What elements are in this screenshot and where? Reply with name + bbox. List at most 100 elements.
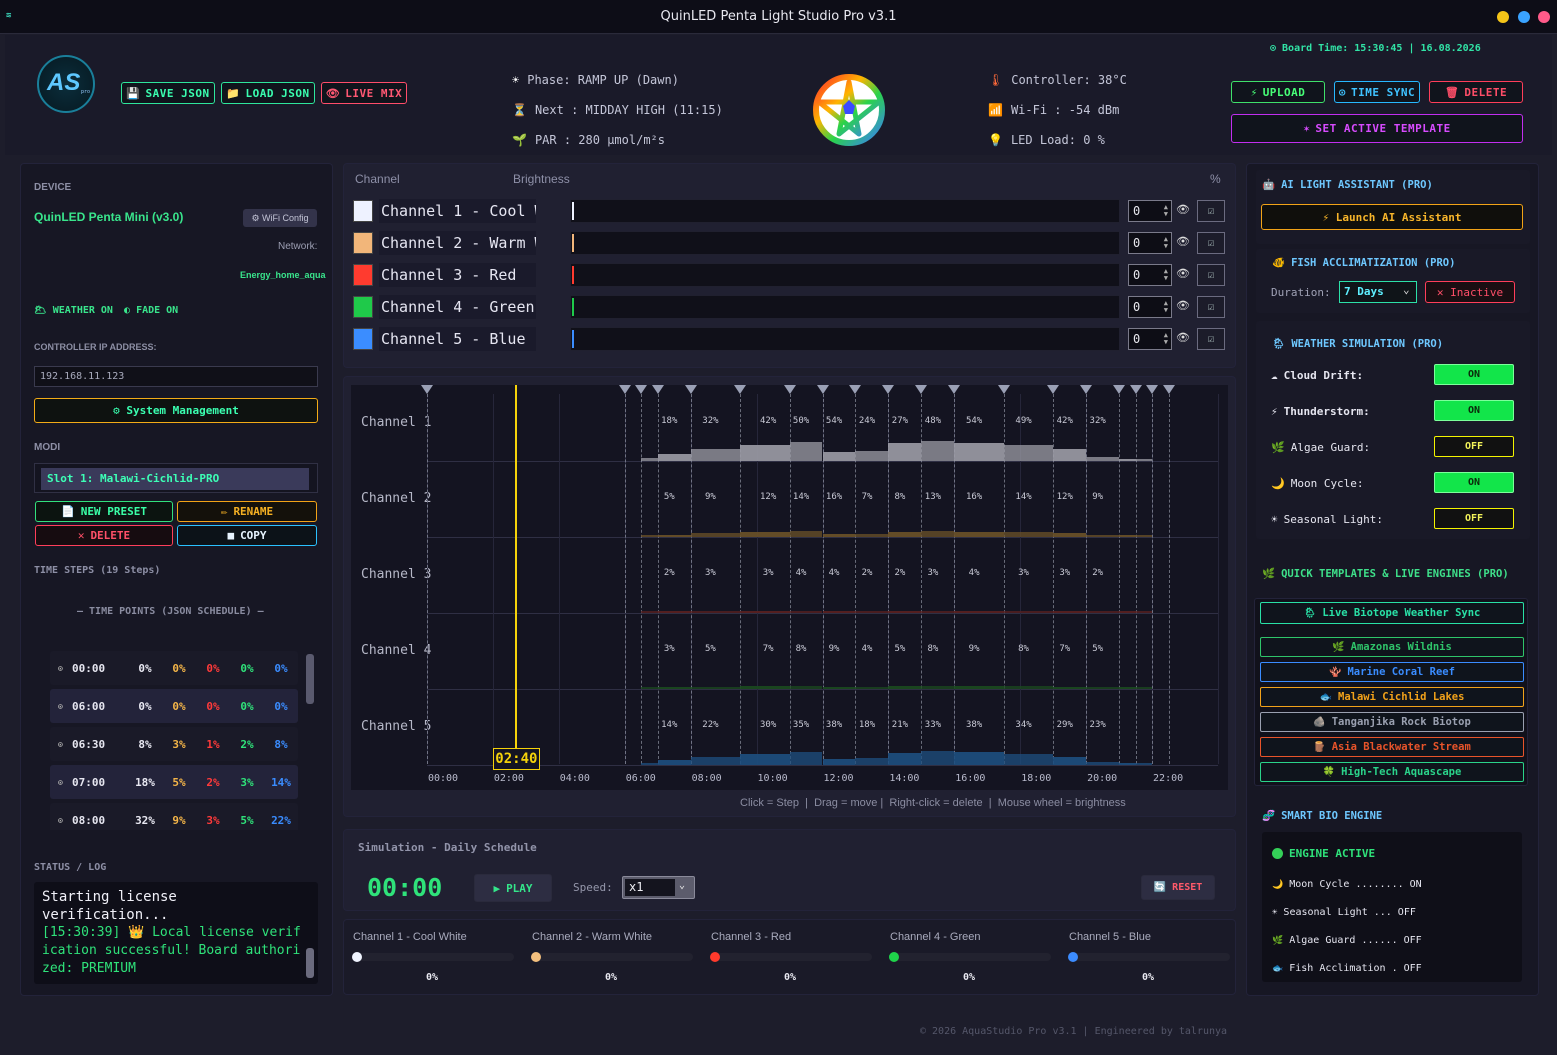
brightness-input[interactable]: 0 ▲ ▼	[1128, 328, 1172, 350]
schedule-bar[interactable]	[690, 449, 741, 461]
channel-enable-checkbox[interactable]: ☑	[1197, 296, 1225, 318]
template-button[interactable]: 🌿 Amazonas Wildnis	[1260, 637, 1524, 657]
schedule-bar[interactable]	[740, 532, 790, 537]
step-marker[interactable]	[915, 385, 928, 394]
brightness-slider[interactable]	[570, 295, 1120, 319]
schedule-bar[interactable]	[641, 535, 658, 537]
schedule-bar[interactable]	[1003, 445, 1054, 461]
schedule-bar[interactable]	[641, 458, 658, 461]
schedule-bar[interactable]	[789, 685, 823, 689]
schedule-bar[interactable]	[789, 611, 823, 613]
schedule-bar[interactable]	[657, 760, 691, 765]
schedule-bar[interactable]	[657, 611, 691, 613]
schedule-bar[interactable]	[921, 685, 955, 689]
schedule-bar[interactable]	[690, 611, 741, 613]
eye-icon[interactable]: 👁	[1176, 299, 1190, 313]
slot-select[interactable]: Slot 1: Malawi-Cichlid-PRO	[41, 468, 309, 490]
speed-select[interactable]: x1 ⌄	[622, 876, 695, 899]
spinner-icon[interactable]: ▲ ▼	[1164, 300, 1168, 314]
schedule-bar[interactable]	[888, 611, 922, 613]
channel-name[interactable]: Channel 1 - Cool White	[379, 199, 536, 223]
schedule-bar[interactable]	[641, 762, 658, 765]
schedule-bar[interactable]	[1119, 535, 1136, 537]
step-marker[interactable]	[783, 385, 796, 394]
spinner-icon[interactable]: ▲ ▼	[1164, 236, 1168, 250]
channel-color-swatch[interactable]	[353, 232, 373, 254]
schedule-bar[interactable]	[855, 757, 889, 765]
schedule-bar[interactable]	[822, 534, 856, 537]
schedule-bar[interactable]	[1053, 449, 1087, 461]
copy-button[interactable]: ■ COPY	[177, 525, 317, 546]
schedule-bar[interactable]	[740, 611, 790, 613]
schedule-bar[interactable]	[657, 454, 691, 461]
schedule-bar[interactable]	[789, 442, 823, 461]
schedule-bar[interactable]	[789, 751, 823, 765]
schedule-bar[interactable]	[789, 531, 823, 537]
schedule-bar[interactable]	[641, 687, 658, 689]
timeline-chart[interactable]: Channel 1 Channel 2 Channel 3 Channel 4 Chan…	[351, 385, 1228, 790]
schedule-bar[interactable]	[888, 443, 922, 461]
template-button[interactable]: 🪵 Asia Blackwater Stream	[1260, 737, 1524, 757]
schedule-bar[interactable]	[855, 533, 889, 537]
eye-icon[interactable]: 👁	[1176, 331, 1190, 345]
schedule-bar[interactable]	[690, 756, 741, 765]
slider-handle[interactable]	[572, 266, 574, 284]
step-marker[interactable]	[1080, 385, 1093, 394]
schedule-bar[interactable]	[1053, 756, 1087, 765]
brightness-slider[interactable]	[570, 263, 1120, 287]
schedule-bar[interactable]	[690, 686, 741, 689]
wifi-config-button[interactable]: ⚙ WiFi Config	[243, 209, 317, 227]
schedule-bar[interactable]	[855, 687, 889, 689]
slider-handle[interactable]	[572, 234, 574, 252]
schedule-bar[interactable]	[888, 531, 922, 537]
channel-color-swatch[interactable]	[353, 328, 373, 350]
schedule-bar[interactable]	[1135, 459, 1153, 461]
schedule-bar[interactable]	[1135, 535, 1153, 537]
channel-color-swatch[interactable]	[353, 200, 373, 222]
schedule-bar[interactable]	[822, 758, 856, 765]
schedule-bar[interactable]	[740, 686, 790, 689]
set-active-template-button[interactable]: ✶ SET ACTIVE TEMPLATE	[1231, 114, 1523, 143]
brightness-input[interactable]: 0 ▲ ▼	[1128, 296, 1172, 318]
load-json-button[interactable]: 📁 LOAD JSON	[221, 82, 315, 104]
schedule-bar[interactable]	[1086, 687, 1120, 689]
schedule-bar[interactable]	[1003, 754, 1054, 765]
step-marker[interactable]	[1113, 385, 1126, 394]
schedule-bar[interactable]	[822, 452, 856, 461]
eye-icon[interactable]: 👁	[1176, 203, 1190, 217]
time-step-row[interactable]: ⊙ 08:00 32% 9% 3% 5% 22%	[50, 803, 298, 830]
time-step-row[interactable]: ⊙ 06:00 0% 0% 0% 0% 0%	[50, 689, 298, 723]
step-marker[interactable]	[1146, 385, 1159, 394]
schedule-bar[interactable]	[657, 534, 691, 537]
schedule-bar[interactable]	[954, 752, 1004, 765]
schedule-bar[interactable]	[954, 531, 1004, 537]
schedule-bar[interactable]	[1003, 686, 1054, 689]
spinner-icon[interactable]: ▲ ▼	[1164, 332, 1168, 346]
brightness-input[interactable]: 0 ▲ ▼	[1128, 232, 1172, 254]
step-marker[interactable]	[997, 385, 1010, 394]
live-mix-button[interactable]: 👁 LIVE MIX	[321, 82, 407, 104]
channel-enable-checkbox[interactable]: ☑	[1197, 264, 1225, 286]
schedule-bar[interactable]	[1086, 456, 1120, 461]
schedule-bar[interactable]	[921, 611, 955, 613]
schedule-bar[interactable]	[855, 450, 889, 461]
save-json-button[interactable]: 💾 SAVE JSON	[121, 82, 215, 104]
step-marker[interactable]	[849, 385, 862, 394]
schedule-bar[interactable]	[954, 611, 1004, 613]
channel-name[interactable]: Channel 3 - Red	[379, 263, 536, 287]
step-marker[interactable]	[1129, 385, 1142, 394]
schedule-bar[interactable]	[657, 687, 691, 689]
step-marker[interactable]	[635, 385, 648, 394]
spinner-icon[interactable]: ▲ ▼	[1164, 268, 1168, 282]
close-icon[interactable]	[1538, 11, 1550, 23]
time-sync-button[interactable]: ⊙ TIME SYNC	[1334, 81, 1420, 103]
reset-button[interactable]: 🔄 RESET	[1141, 875, 1215, 900]
schedule-bar[interactable]	[1053, 611, 1087, 613]
channel-enable-checkbox[interactable]: ☑	[1197, 328, 1225, 350]
schedule-bar[interactable]	[822, 687, 856, 689]
brightness-slider[interactable]	[570, 327, 1120, 351]
weather-toggle[interactable]: ON	[1434, 472, 1514, 493]
channel-enable-checkbox[interactable]: ☑	[1197, 200, 1225, 222]
schedule-bar[interactable]	[690, 533, 741, 537]
schedule-bar[interactable]	[1053, 686, 1087, 689]
